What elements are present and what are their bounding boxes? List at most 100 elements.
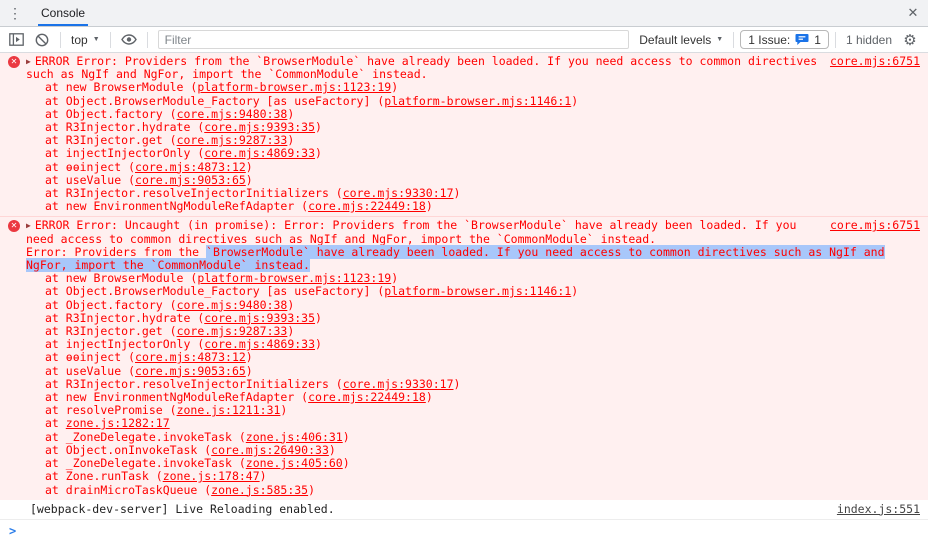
stack-frame-link[interactable]: core.mjs:9393:35 bbox=[204, 120, 315, 134]
stack-trace: at new BrowserModule (platform-browser.m… bbox=[26, 272, 920, 496]
stack-frame-link[interactable]: core.mjs:9330:17 bbox=[343, 377, 454, 391]
stack-frame-link[interactable]: core.mjs:9287:33 bbox=[177, 133, 288, 147]
stack-frame-post: ) bbox=[287, 106, 295, 121]
stack-frame-pre: at useValue ( bbox=[45, 172, 136, 187]
stack-frame-post: ) bbox=[425, 390, 433, 405]
stack-frame-post: ) bbox=[342, 456, 350, 471]
stack-frame-pre: at drainMicroTaskQueue ( bbox=[45, 482, 212, 497]
error-detail-line: Error: Providers from the `BrowserModule… bbox=[26, 244, 920, 273]
stack-frame-link[interactable]: zone.js:1282:17 bbox=[66, 416, 170, 430]
stack-frame-pre: at useValue ( bbox=[45, 363, 136, 378]
log-levels-dropdown[interactable]: Default levels ▼ bbox=[635, 29, 727, 51]
stack-frame-pre: at ɵɵinject ( bbox=[45, 350, 136, 365]
stack-frame-post: ) bbox=[245, 363, 253, 378]
stack-frame-link[interactable]: core.mjs:9393:35 bbox=[204, 311, 315, 325]
stack-frame-post: ) bbox=[425, 199, 433, 214]
stack-frame-link[interactable]: core.mjs:4873:12 bbox=[135, 350, 246, 364]
stack-frame-post: ) bbox=[245, 350, 253, 365]
stack-frame-post: ) bbox=[315, 146, 322, 161]
toolbar-divider bbox=[60, 31, 61, 48]
stack-frame-post: ) bbox=[328, 442, 336, 457]
stack-frame: at drainMicroTaskQueue (zone.js:585:35) bbox=[45, 482, 920, 497]
stack-frame-link[interactable]: core.mjs:4869:33 bbox=[204, 337, 315, 351]
info-message-body: index.js:551 [webpack-dev-server] Live R… bbox=[30, 501, 920, 516]
stack-frame-link[interactable]: core.mjs:9053:65 bbox=[135, 364, 246, 378]
toolbar-divider bbox=[834, 31, 836, 48]
stack-frame-link[interactable]: core.mjs:26490:33 bbox=[211, 443, 329, 457]
stack-frame-link[interactable]: platform-browser.mjs:1123:19 bbox=[197, 271, 391, 285]
stack-frame-pre: at injectInjectorOnly ( bbox=[45, 146, 205, 161]
tab-console[interactable]: Console bbox=[34, 0, 92, 26]
error-message-text: ERROR Error: Uncaught (in promise): Erro… bbox=[26, 218, 797, 246]
source-location-link[interactable]: core.mjs:6751 bbox=[830, 219, 920, 232]
expand-triangle-icon[interactable]: ▶ bbox=[26, 57, 31, 66]
error-message-text: ERROR Error: Providers from the `Browser… bbox=[26, 54, 818, 82]
filter-input[interactable] bbox=[157, 30, 630, 49]
stack-frame-post: ) bbox=[287, 324, 295, 339]
context-selector-dropdown[interactable]: top ▼ bbox=[67, 29, 104, 51]
stack-frame-link[interactable]: zone.js:405:60 bbox=[246, 456, 343, 470]
source-location-link[interactable]: index.js:551 bbox=[837, 502, 920, 516]
stack-frame-pre: at Object.BrowserModule_Factory [as useF… bbox=[45, 284, 385, 299]
hidden-messages-label: 1 hidden bbox=[845, 32, 892, 47]
stack-frame-pre: at Object.BrowserModule_Factory [as useF… bbox=[45, 93, 385, 108]
stack-frame-pre: at new EnvironmentNgModuleRefAdapter ( bbox=[45, 390, 309, 405]
toolbar-divider bbox=[109, 31, 111, 48]
issues-count: 1 bbox=[814, 32, 821, 47]
stack-frame-link[interactable]: core.mjs:4873:12 bbox=[135, 160, 246, 174]
stack-frame-link[interactable]: core.mjs:9480:38 bbox=[177, 298, 288, 312]
stack-trace: at new BrowserModule (platform-browser.m… bbox=[26, 81, 920, 213]
stack-frame-pre: at new BrowserModule ( bbox=[45, 80, 198, 95]
clear-console-button[interactable] bbox=[30, 29, 54, 51]
stack-frame-post: ) bbox=[245, 172, 253, 187]
stack-frame-link[interactable]: zone.js:406:31 bbox=[246, 430, 343, 444]
stack-frame-post: ) bbox=[315, 120, 322, 135]
stack-frame-link[interactable]: core.mjs:22449:18 bbox=[308, 199, 426, 213]
stack-frame-pre: at R3Injector.get ( bbox=[45, 133, 177, 148]
stack-frame-link[interactable]: platform-browser.mjs:1146:1 bbox=[384, 284, 571, 298]
stack-frame-pre: at _ZoneDelegate.invokeTask ( bbox=[45, 456, 246, 471]
info-message-text: [webpack-dev-server] Live Reloading enab… bbox=[30, 501, 335, 516]
stack-frame-post: ) bbox=[287, 133, 295, 148]
stack-frame-link[interactable]: zone.js:1211:31 bbox=[177, 403, 281, 417]
stack-frame-link[interactable]: core.mjs:9287:33 bbox=[177, 324, 288, 338]
console-error-message: ✕ core.mjs:6751 ▶ ERROR Error: Providers … bbox=[0, 53, 928, 217]
expand-triangle-icon[interactable]: ▶ bbox=[26, 221, 31, 230]
stack-frame-link[interactable]: platform-browser.mjs:1123:19 bbox=[197, 80, 391, 94]
stack-frame-link[interactable]: zone.js:178:47 bbox=[163, 469, 260, 483]
gear-icon[interactable]: ⚙ bbox=[898, 29, 922, 51]
kebab-menu-icon[interactable]: ⋮ bbox=[0, 0, 30, 26]
stack-frame-pre: at new EnvironmentNgModuleRefAdapter ( bbox=[45, 199, 309, 214]
live-expression-button[interactable] bbox=[117, 29, 141, 51]
stack-frame-pre: at R3Injector.resolveInjectorInitializer… bbox=[45, 186, 343, 201]
stack-frame: at resolvePromise (zone.js:1211:31) bbox=[45, 404, 920, 417]
eye-icon bbox=[120, 34, 137, 45]
toolbar-divider bbox=[733, 31, 735, 48]
stack-frame-post: ) bbox=[391, 80, 399, 95]
issues-button[interactable]: 1 Issue: 1 bbox=[740, 30, 829, 49]
context-selector-value: top bbox=[71, 32, 88, 47]
stack-frame-link[interactable]: core.mjs:9480:38 bbox=[177, 107, 288, 121]
console-sidebar-toggle-button[interactable] bbox=[4, 29, 28, 51]
stack-frame-post: ) bbox=[571, 93, 579, 108]
stack-frame-pre: at R3Injector.resolveInjectorInitializer… bbox=[45, 376, 343, 391]
toolbar-divider bbox=[146, 31, 148, 48]
console-prompt[interactable]: > bbox=[0, 520, 928, 538]
stack-frame-post: ) bbox=[453, 186, 461, 201]
tab-console-label: Console bbox=[41, 6, 86, 20]
stack-frame-link[interactable]: platform-browser.mjs:1146:1 bbox=[384, 94, 571, 108]
stack-frame-link[interactable]: core.mjs:22449:18 bbox=[308, 390, 426, 404]
tabbar-spacer bbox=[92, 0, 898, 26]
console-messages: ✕ core.mjs:6751 ▶ ERROR Error: Providers … bbox=[0, 53, 928, 539]
stack-frame-link[interactable]: core.mjs:9330:17 bbox=[343, 186, 454, 200]
stack-frame-link[interactable]: core.mjs:9053:65 bbox=[135, 173, 246, 187]
stack-frame-post: ) bbox=[391, 271, 399, 286]
console-toolbar: top ▼ Default levels ▼ 1 Issue: 1 1 hidd… bbox=[0, 27, 928, 53]
stack-frame-link[interactable]: zone.js:585:35 bbox=[211, 483, 308, 497]
stack-frame-link[interactable]: core.mjs:4869:33 bbox=[204, 146, 315, 160]
close-icon[interactable]: ✕ bbox=[898, 0, 928, 26]
stack-frame-pre: at ɵɵinject ( bbox=[45, 159, 136, 174]
source-location-link[interactable]: core.mjs:6751 bbox=[830, 54, 920, 68]
stack-frame-pre: at R3Injector.hydrate ( bbox=[45, 310, 205, 325]
console-error-message: ✕ core.mjs:6751 ▶ ERROR Error: Uncaught (… bbox=[0, 216, 928, 500]
